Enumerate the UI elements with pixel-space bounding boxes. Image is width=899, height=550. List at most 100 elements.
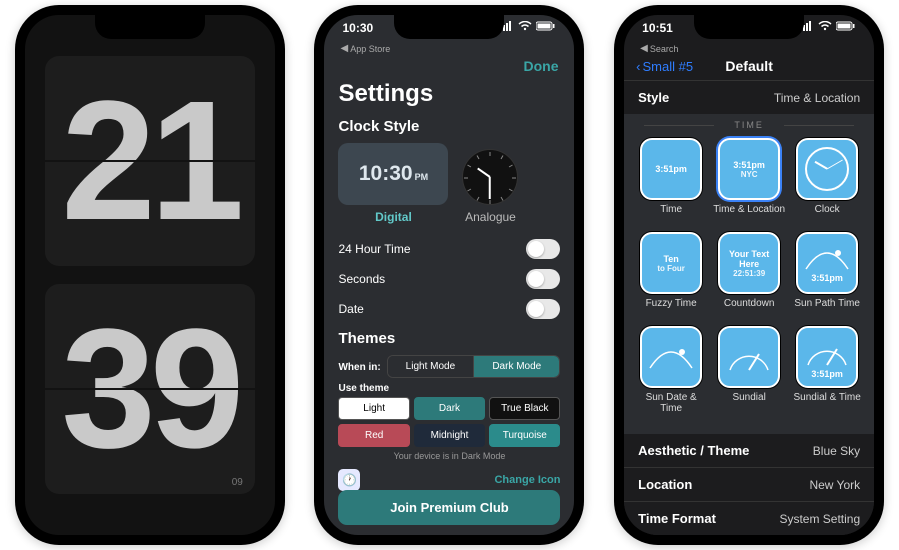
theme-red[interactable]: Red: [338, 424, 409, 447]
breadcrumb-label: Search: [650, 44, 679, 54]
wifi-icon: [818, 21, 832, 31]
theme-true-black[interactable]: True Black: [489, 397, 560, 420]
style-key: Style: [638, 90, 669, 105]
tile-text: Ten: [663, 254, 678, 264]
back-label: Small #5: [642, 59, 693, 74]
digital-suffix: PM: [415, 172, 429, 182]
analogue-option[interactable]: Analogue: [462, 149, 518, 224]
when-in-segment: Light Mode Dark Mode: [387, 355, 561, 378]
cell-value: Blue Sky: [813, 444, 860, 458]
widget-label: Time: [634, 204, 708, 226]
widget-label: Fuzzy Time: [634, 298, 708, 320]
page-title: Settings: [338, 80, 560, 108]
chevron-left-icon: ◀: [340, 43, 348, 54]
flip-hours: 21: [61, 76, 238, 246]
sun-path-icon: [804, 243, 850, 273]
section-clock-style: Clock Style: [338, 118, 560, 135]
widget-tile: Tento Four: [640, 232, 702, 294]
breadcrumb-label: App Store: [350, 44, 390, 54]
theme-midnight[interactable]: Midnight: [414, 424, 485, 447]
widget-item[interactable]: Clock: [790, 138, 864, 226]
status-time: 10:30: [342, 21, 373, 35]
battery-icon: [536, 21, 556, 31]
flip-minutes: 39: [61, 304, 238, 474]
widget-item[interactable]: 3:51pm Time: [634, 138, 708, 226]
digital-time: 10:30: [359, 143, 413, 205]
toggle-date: Date: [338, 294, 560, 324]
digital-option[interactable]: 10:30 PM Digital: [338, 143, 448, 224]
theme-light[interactable]: Light: [338, 397, 409, 420]
phone-flip-clock: 21 39 09: [15, 5, 285, 545]
aesthetic-cell[interactable]: Aesthetic / Theme Blue Sky: [624, 434, 874, 467]
toggle-label: Seconds: [338, 272, 385, 286]
when-in-dark[interactable]: Dark Mode: [474, 356, 559, 377]
tile-text: 3:51pm: [655, 164, 687, 174]
cell-key: Time Format: [638, 511, 716, 526]
cell-key: Aesthetic / Theme: [638, 443, 749, 458]
widget-tile: [718, 326, 780, 388]
widget-tile: [796, 138, 858, 200]
tile-subtext: NYC: [741, 170, 758, 179]
toggle-switch-date[interactable]: [526, 299, 560, 319]
widget-label: Sundial: [712, 392, 786, 414]
location-cell[interactable]: Location New York: [624, 467, 874, 501]
section-themes: Themes: [338, 330, 560, 347]
chevron-left-icon: ‹: [636, 59, 640, 74]
status-icons: [500, 21, 556, 31]
analogue-preview: [462, 149, 518, 205]
theme-dark[interactable]: Dark: [414, 397, 485, 420]
time-format-cell[interactable]: Time Format System Setting: [624, 501, 874, 535]
widget-item[interactable]: Your Text Here22:51:39Countdown: [712, 232, 786, 320]
toggle-switch-seconds[interactable]: [526, 269, 560, 289]
toggle-seconds: Seconds: [338, 264, 560, 294]
notch: [694, 15, 804, 39]
cell-value: System Setting: [779, 512, 860, 526]
widget-item[interactable]: Sundial: [712, 326, 786, 414]
use-theme-label: Use theme: [338, 383, 560, 394]
cell-value: New York: [809, 478, 860, 492]
phone-settings: 10:30 ◀ App Store Done Settings Clock St…: [314, 5, 584, 545]
screen-settings: 10:30 ◀ App Store Done Settings Clock St…: [324, 15, 574, 535]
widget-item[interactable]: 3:51pm Sun Path Time: [790, 232, 864, 320]
widget-item[interactable]: Sun Date & Time: [634, 326, 708, 414]
breadcrumb[interactable]: ◀ App Store: [324, 43, 574, 56]
digital-label: Digital: [338, 210, 448, 224]
time-divider: TIME: [624, 120, 874, 130]
bottom-cells: Aesthetic / Theme Blue Sky Location New …: [624, 434, 874, 535]
tile-text: 3:51pm: [811, 369, 843, 379]
done-button[interactable]: Done: [523, 58, 558, 74]
widget-tile: 3:51pm: [640, 138, 702, 200]
settings-body: Settings Clock Style 10:30 PM Digital An…: [324, 80, 574, 491]
flip-hours-card: 21: [45, 56, 255, 266]
tile-subtext: 22:51:39: [733, 269, 765, 278]
breadcrumb[interactable]: ◀ Search: [624, 43, 874, 56]
widget-item[interactable]: 3:51pm Sundial & Time: [790, 326, 864, 414]
notch: [95, 15, 205, 39]
flip-minutes-card: 39 09: [45, 284, 255, 494]
widget-item[interactable]: 3:51pmNYCTime & Location: [712, 138, 786, 226]
style-cell[interactable]: Style Time & Location: [624, 80, 874, 114]
join-premium-button[interactable]: Join Premium Club: [338, 490, 560, 525]
when-in-label: When in:: [338, 362, 380, 373]
widget-label: Sun Path Time: [790, 298, 864, 320]
flip-date: 09: [232, 477, 243, 488]
clock-style-row: 10:30 PM Digital Analogue: [338, 143, 560, 224]
widget-tile: [640, 326, 702, 388]
widget-tile: 3:51pm: [796, 232, 858, 294]
battery-icon: [836, 21, 856, 31]
widget-tile: 3:51pm: [796, 326, 858, 388]
when-in-light[interactable]: Light Mode: [388, 356, 474, 377]
widget-label: Sundial & Time: [790, 392, 864, 414]
screen-widget-config: 10:51 ◀ Search ‹ Small #5 Default Style …: [624, 15, 874, 535]
wifi-icon: [518, 21, 532, 31]
cell-key: Location: [638, 477, 692, 492]
back-button[interactable]: ‹ Small #5: [636, 59, 693, 74]
style-value: Time & Location: [774, 91, 860, 105]
toggle-switch-24h[interactable]: [526, 239, 560, 259]
change-icon-button[interactable]: Change Icon: [494, 474, 560, 486]
widget-tile: 3:51pmNYC: [718, 138, 780, 200]
theme-turquoise[interactable]: Turquoise: [489, 424, 560, 447]
phone-widget-config: 10:51 ◀ Search ‹ Small #5 Default Style …: [614, 5, 884, 545]
toggle-24h: 24 Hour Time: [338, 234, 560, 264]
widget-item[interactable]: Tento Four Fuzzy Time: [634, 232, 708, 320]
